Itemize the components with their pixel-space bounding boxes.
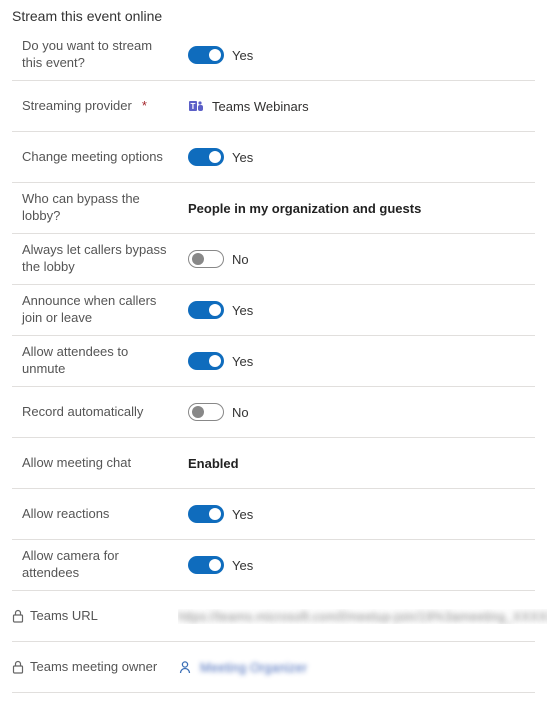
row-announce: Announce when callers join or leave Yes <box>12 285 535 336</box>
toggle-allow-camera[interactable] <box>188 556 224 574</box>
teams-icon: T <box>188 98 204 114</box>
row-stream-event: Do you want to stream this event? Yes <box>12 30 535 81</box>
label-allow-camera: Allow camera for attendees <box>12 548 180 582</box>
toggle-stream-event-state: Yes <box>232 48 253 63</box>
toggle-always-bypass[interactable] <box>188 250 224 268</box>
label-announce: Announce when callers join or leave <box>12 293 180 327</box>
toggle-record-auto[interactable] <box>188 403 224 421</box>
row-change-meeting-options: Change meeting options Yes <box>12 132 535 183</box>
toggle-change-meeting-options[interactable] <box>188 148 224 166</box>
toggle-stream-event[interactable] <box>188 46 224 64</box>
row-allow-unmute: Allow attendees to unmute Yes <box>12 336 535 387</box>
lock-icon <box>12 660 24 674</box>
row-allow-chat: Allow meeting chat Enabled <box>12 438 535 489</box>
toggle-allow-reactions-state: Yes <box>232 507 253 522</box>
person-icon <box>178 660 192 674</box>
section-title: Stream this event online <box>12 8 535 24</box>
label-allow-reactions: Allow reactions <box>12 506 180 523</box>
row-always-bypass: Always let callers bypass the lobby No <box>12 234 535 285</box>
svg-text:T: T <box>191 102 196 111</box>
label-always-bypass: Always let callers bypass the lobby <box>12 242 180 276</box>
row-bypass-lobby: Who can bypass the lobby? People in my o… <box>12 183 535 234</box>
toggle-announce[interactable] <box>188 301 224 319</box>
toggle-allow-camera-state: Yes <box>232 558 253 573</box>
label-change-meeting-options: Change meeting options <box>12 149 180 166</box>
bypass-lobby-value: People in my organization and guests <box>188 201 421 216</box>
row-teams-url: Teams URL https://teams.microsoft.com/l/… <box>12 591 535 642</box>
teams-owner-value[interactable]: Meeting Organizer <box>200 660 307 675</box>
row-record-auto: Record automatically No <box>12 387 535 438</box>
streaming-provider-value: Teams Webinars <box>212 99 309 114</box>
toggle-always-bypass-state: No <box>232 252 249 267</box>
toggle-change-meeting-options-state: Yes <box>232 150 253 165</box>
toggle-allow-reactions[interactable] <box>188 505 224 523</box>
required-indicator: * <box>142 98 147 115</box>
toggle-record-auto-state: No <box>232 405 249 420</box>
toggle-allow-unmute[interactable] <box>188 352 224 370</box>
row-allow-camera: Allow camera for attendees Yes <box>12 540 535 591</box>
row-teams-owner: Teams meeting owner Meeting Organizer <box>12 642 535 693</box>
row-allow-reactions: Allow reactions Yes <box>12 489 535 540</box>
label-allow-chat: Allow meeting chat <box>12 455 180 472</box>
lock-icon <box>12 609 24 623</box>
label-record-auto: Record automatically <box>12 404 180 421</box>
teams-url-value: https://teams.microsoft.com/l/meetup-joi… <box>178 609 547 624</box>
label-allow-unmute: Allow attendees to unmute <box>12 344 180 378</box>
allow-chat-value: Enabled <box>188 456 239 471</box>
label-teams-owner: Teams meeting owner <box>12 659 170 676</box>
toggle-announce-state: Yes <box>232 303 253 318</box>
label-stream-event: Do you want to stream this event? <box>12 38 180 72</box>
label-streaming-provider: Streaming provider* <box>12 98 180 115</box>
row-streaming-provider: Streaming provider* T Teams Webinars <box>12 81 535 132</box>
label-bypass-lobby: Who can bypass the lobby? <box>12 191 180 225</box>
toggle-allow-unmute-state: Yes <box>232 354 253 369</box>
label-teams-url: Teams URL <box>12 608 170 625</box>
